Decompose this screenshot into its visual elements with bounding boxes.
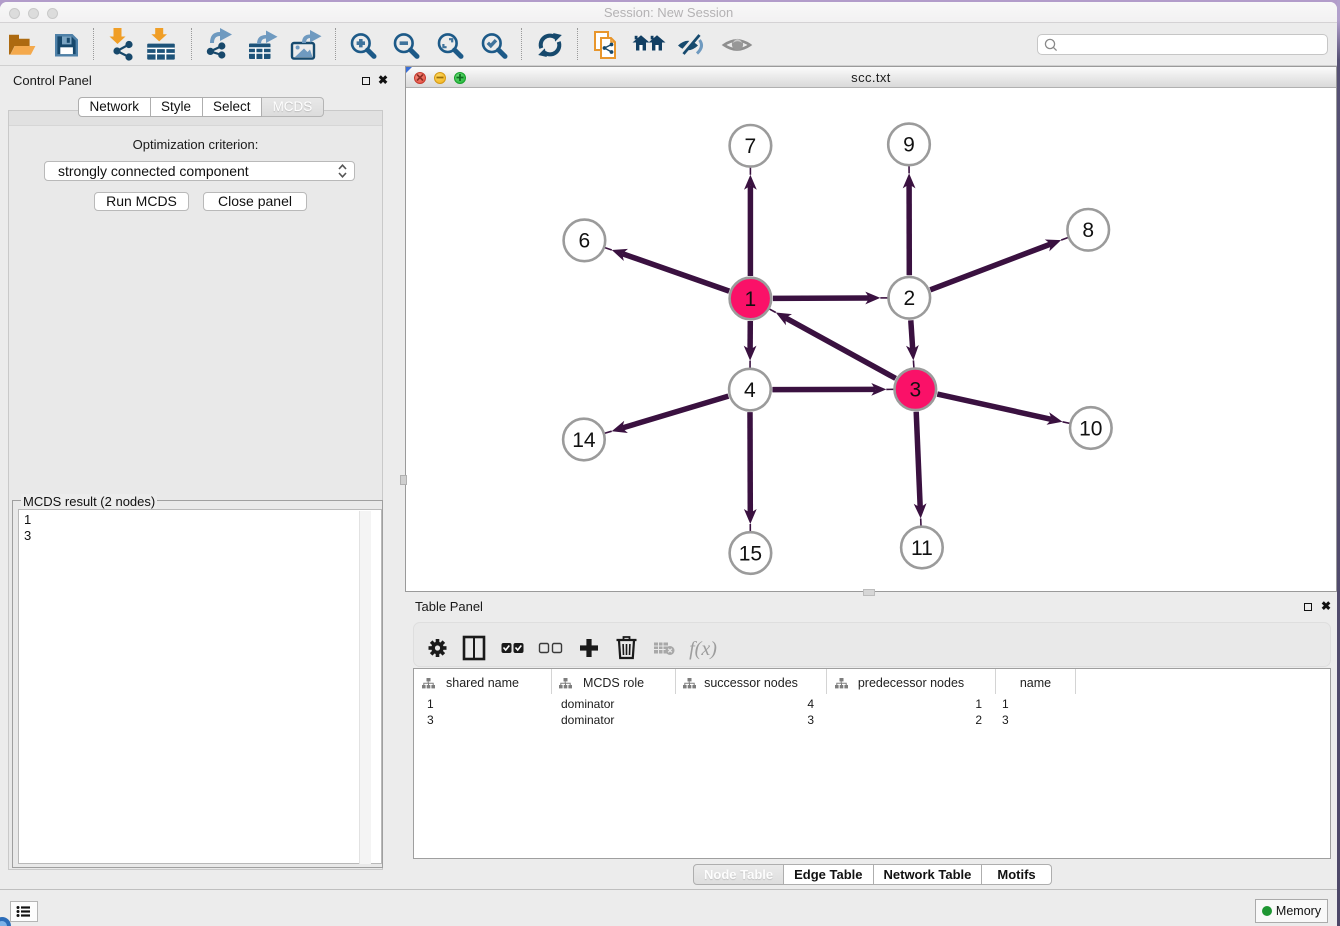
svg-text:3: 3: [909, 379, 921, 402]
svg-text:1: 1: [745, 288, 757, 311]
svg-text:14: 14: [572, 429, 596, 452]
svg-text:f(x): f(x): [689, 638, 717, 660]
svg-text:9: 9: [903, 134, 915, 157]
svg-text:2: 2: [903, 287, 915, 310]
svg-text:15: 15: [739, 542, 762, 565]
svg-text:6: 6: [579, 230, 591, 253]
svg-text:11: 11: [911, 537, 933, 560]
svg-text:7: 7: [745, 135, 757, 158]
svg-text:10: 10: [1079, 417, 1102, 440]
svg-text:4: 4: [744, 379, 756, 402]
svg-text:8: 8: [1082, 219, 1094, 242]
